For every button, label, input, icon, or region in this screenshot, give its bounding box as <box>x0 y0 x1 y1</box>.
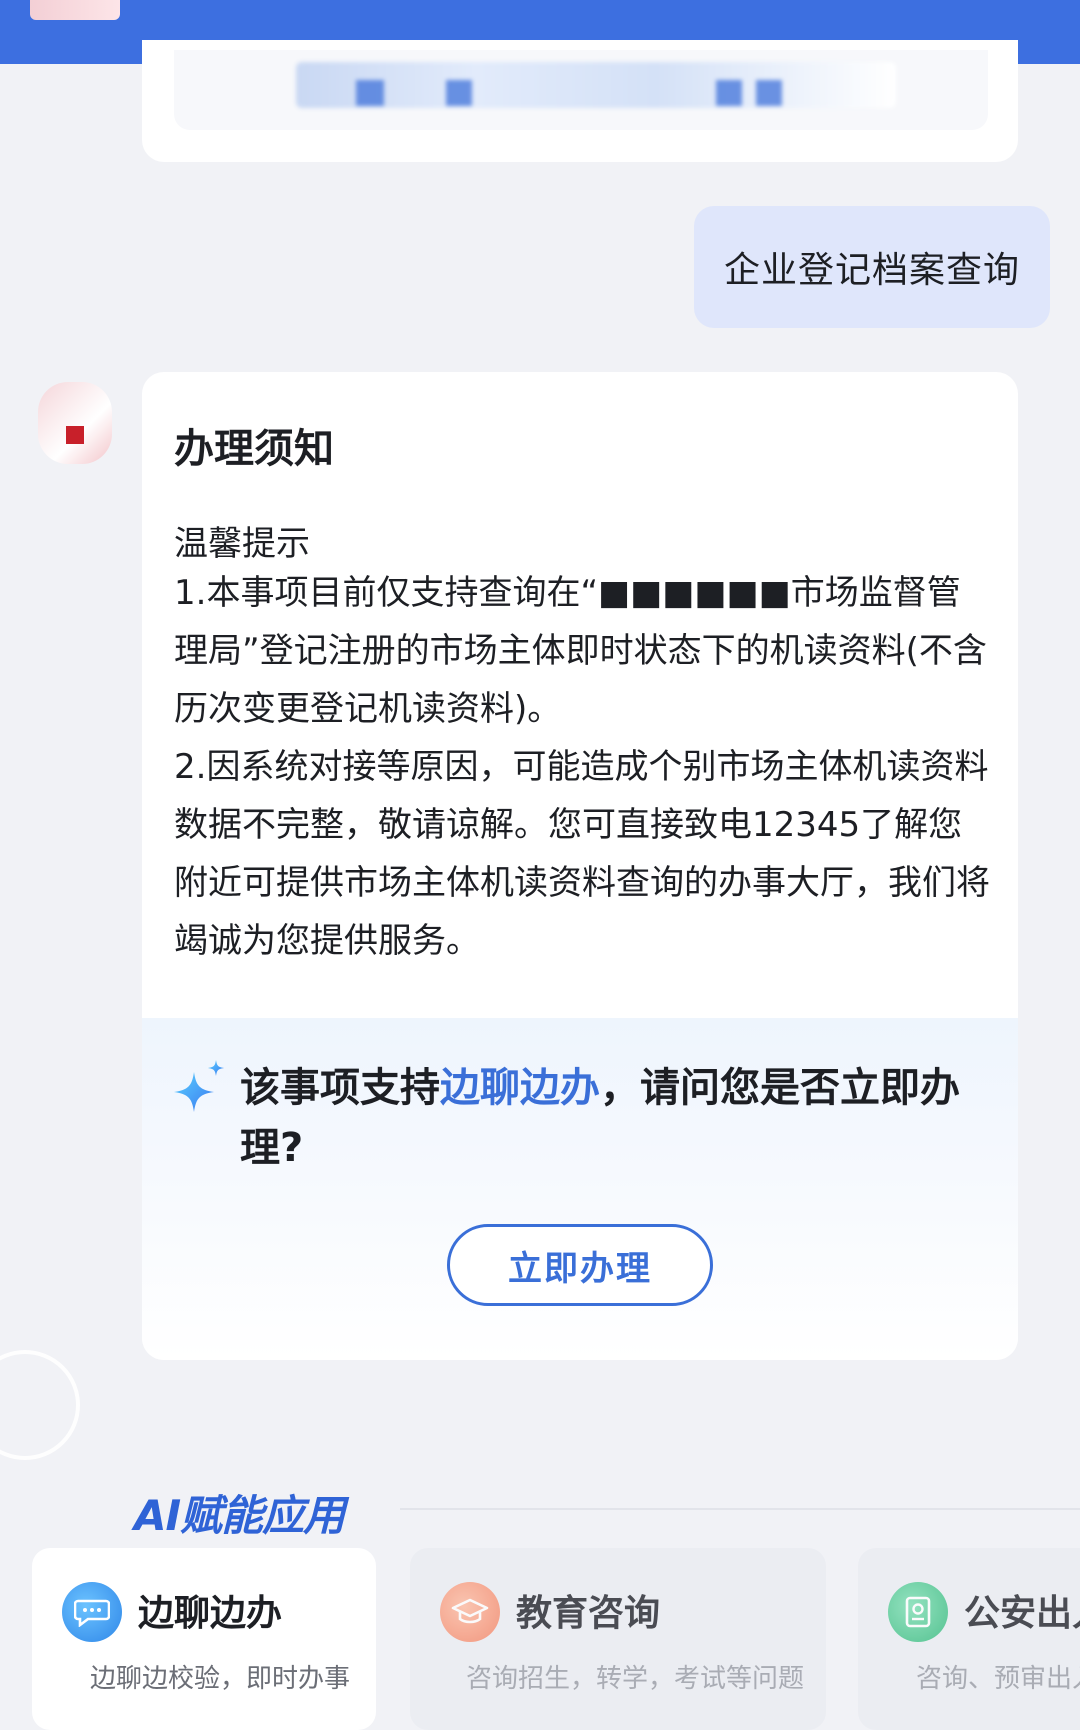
tile-desc: 咨询招生，转学，考试等问题 <box>466 1664 805 1694</box>
tip-body: 1.本事项目前仅支持查询在“■■■■■■市场监督管理局”登记注册的市场主体即时状… <box>174 564 994 970</box>
avatar-redaction <box>66 426 84 444</box>
tile-education[interactable]: 教育咨询 咨询招生，转学，考试等问题 <box>410 1548 826 1730</box>
tile-desc: 咨询、预审出入 <box>916 1664 1080 1694</box>
header-avatar <box>30 0 120 20</box>
assistant-avatar <box>38 382 112 464</box>
redacted-content <box>296 62 896 108</box>
tip-line-2: 2.因系统对接等原因，可能造成个别市场主体机读资料数据不完整，敬请谅解。您可直接… <box>174 747 990 961</box>
sparkle-icon <box>174 1060 224 1112</box>
tile-name: 公安出入 <box>964 1593 1080 1634</box>
section-divider <box>400 1508 1080 1510</box>
tile-chat-handle[interactable]: 边聊边办 边聊边校验，即时办事 <box>32 1548 376 1730</box>
action-prompt-area: 该事项支持边聊边办，请问您是否立即办理? 立即办理 <box>142 1018 1018 1360</box>
assistant-reply-card: 办理须知 温馨提示 1.本事项目前仅支持查询在“■■■■■■市场监督管理局”登记… <box>142 372 1018 1360</box>
tile-desc: 边聊边校验，即时办事 <box>90 1664 351 1694</box>
user-message-bubble: 企业登记档案查询 <box>694 206 1050 328</box>
graduation-cap-icon <box>440 1582 500 1642</box>
tip-line-1: 1.本事项目前仅支持查询在“■■■■■■市场监督管理局”登记注册的市场主体即时状… <box>174 573 987 729</box>
tile-name: 边聊边办 <box>138 1593 283 1634</box>
prompt-text-before: 该事项支持 <box>240 1065 440 1111</box>
chat-bubble-icon <box>62 1582 122 1642</box>
action-prompt-text: 该事项支持边聊边办，请问您是否立即办理? <box>240 1058 1000 1178</box>
ai-app-tiles: 边聊边办 边聊边校验，即时办事 教育咨询 咨询招生，转学，考试等问题 公安出入 … <box>0 1548 1080 1730</box>
prompt-highlight-link[interactable]: 边聊边办 <box>440 1065 600 1111</box>
tile-name: 教育咨询 <box>516 1593 661 1634</box>
tip-heading: 温馨提示 <box>174 524 310 564</box>
tile-public-security[interactable]: 公安出入 咨询、预审出入 <box>858 1548 1080 1730</box>
watermark-circle <box>0 1350 80 1460</box>
handle-now-button[interactable]: 立即办理 <box>447 1224 713 1306</box>
passport-icon <box>888 1582 948 1642</box>
ai-section-title: AI赋能应用 <box>134 1491 345 1540</box>
card-title: 办理须知 <box>174 426 334 472</box>
